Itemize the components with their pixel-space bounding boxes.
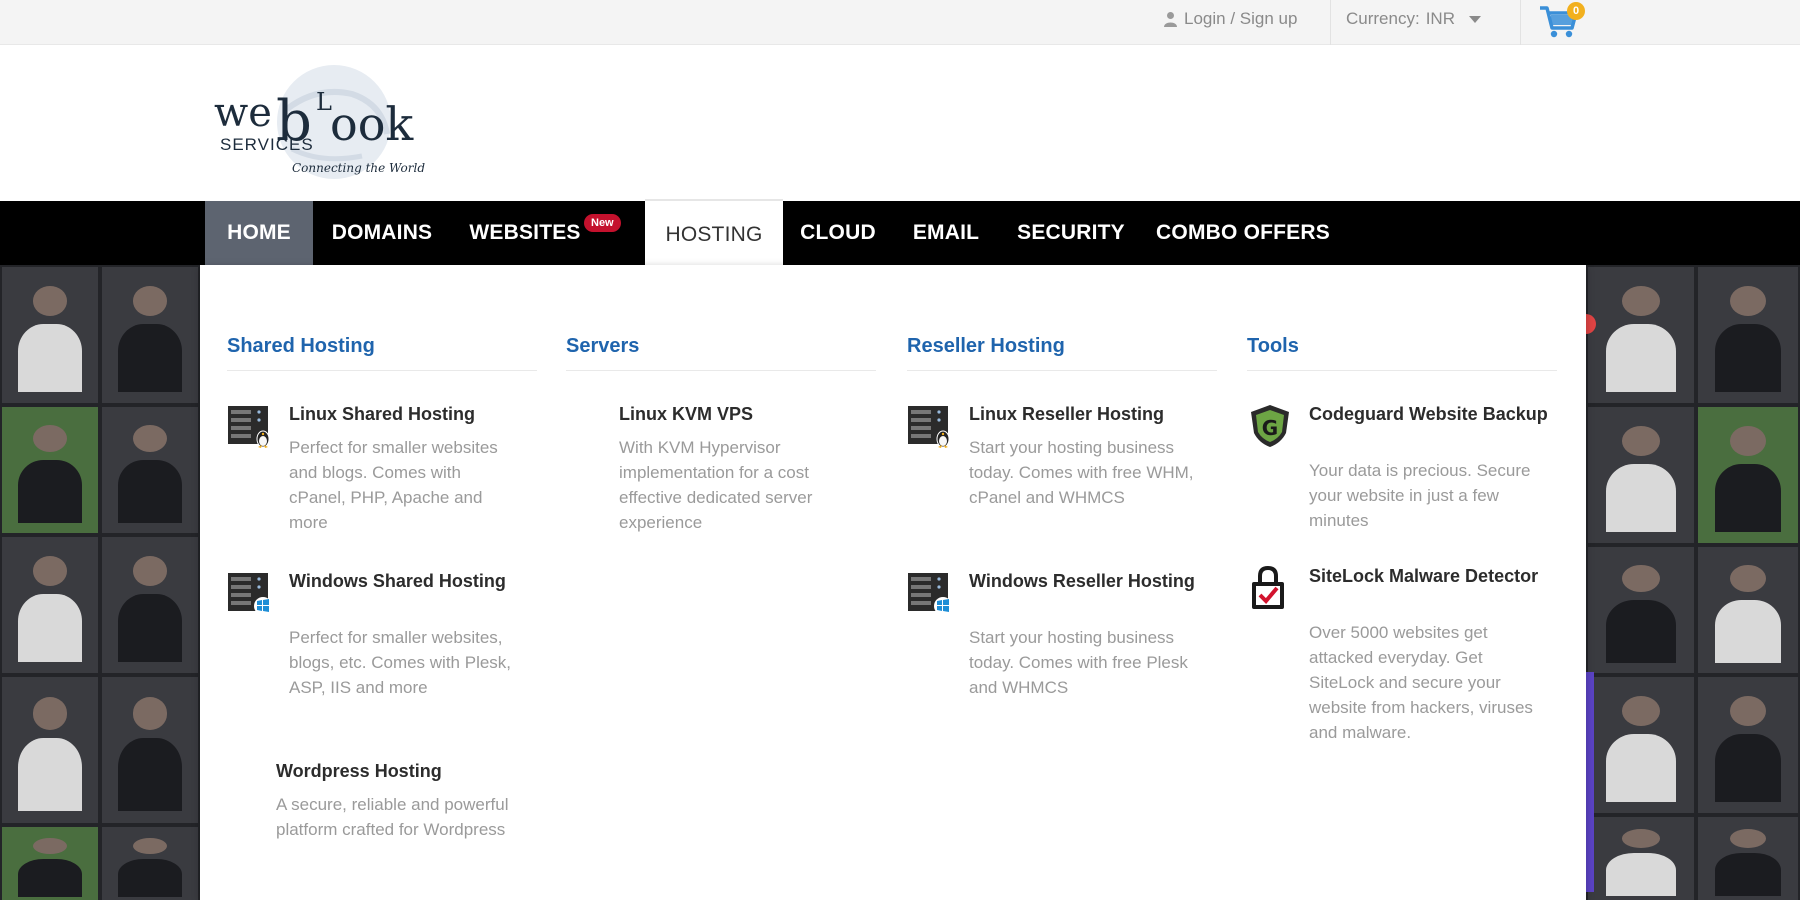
- tools-heading[interactable]: Tools: [1247, 335, 1557, 371]
- photo-tile: [1586, 675, 1696, 815]
- photo-tile: [100, 825, 200, 900]
- photo-tile: [1586, 265, 1696, 405]
- linux-kvm-vps-title: Linux KVM VPS: [619, 404, 754, 424]
- sitelock-malware-title: SiteLock Malware Detector: [1309, 566, 1539, 586]
- linux-server-icon: [228, 406, 270, 448]
- servers-column: Servers Linux KVM VPS With KVM Hyperviso…: [566, 265, 876, 865]
- nav-combo-offers[interactable]: COMBO OFFERS: [1143, 201, 1343, 265]
- divider: [1330, 0, 1331, 45]
- svg-text:G: G: [1262, 416, 1278, 440]
- linux-kvm-vps-desc: With KVM Hypervisor implementation for a…: [619, 438, 813, 532]
- sitelock-padlock-icon: [1252, 565, 1284, 609]
- codeguard-backup-title: Codeguard Website Backup: [1309, 404, 1548, 424]
- currency-value: INR: [1425, 9, 1455, 28]
- linux-server-icon: [908, 406, 950, 448]
- cart-count-badge: 0: [1567, 2, 1585, 20]
- photo-tile: [0, 265, 100, 405]
- linux-reseller-hosting-item[interactable]: Linux Reseller Hosting Start your hostin…: [907, 403, 1217, 533]
- windows-reseller-hosting-desc: Start your hosting business today. Comes…: [969, 628, 1188, 697]
- photo-tile: [1696, 815, 1800, 900]
- shared-hosting-heading[interactable]: Shared Hosting: [227, 335, 537, 371]
- sitelock-malware-item[interactable]: SiteLock Malware Detector Over 5000 webs…: [1247, 565, 1557, 745]
- divider: [1520, 0, 1521, 45]
- photo-tile: [1696, 675, 1800, 815]
- currency-label: Currency:: [1346, 9, 1420, 28]
- top-utility-bar: Login / Sign up Currency: INR 0: [0, 0, 1800, 45]
- logo-services: SERVICES: [220, 135, 314, 154]
- linux-reseller-hosting-title: Linux Reseller Hosting: [969, 404, 1165, 424]
- photo-tile: [1696, 265, 1800, 405]
- windows-shared-hosting-item[interactable]: Windows Shared Hosting Perfect for small…: [227, 570, 537, 720]
- main-navigation: HOME DOMAINS WEBSITES HOSTING CLOUD EMAI…: [0, 199, 1800, 265]
- currency-selector[interactable]: Currency: INR: [1346, 9, 1481, 29]
- photo-tile: [1586, 815, 1696, 900]
- photo-tile: [100, 675, 200, 825]
- linux-reseller-hosting-desc: Start your hosting business today. Comes…: [969, 438, 1194, 507]
- linux-shared-hosting-desc: Perfect for smaller websites and blogs. …: [289, 438, 498, 532]
- logo-tagline: Connecting the World: [292, 161, 425, 175]
- codeguard-shield-icon: G: [1251, 405, 1289, 447]
- photo-tile: [1696, 545, 1800, 675]
- login-signup-link[interactable]: Login / Sign up: [1163, 9, 1297, 29]
- nav-security[interactable]: SECURITY: [999, 201, 1143, 265]
- nav-hosting[interactable]: HOSTING: [645, 199, 783, 265]
- chat-widget-edge[interactable]: [1586, 672, 1594, 892]
- reseller-hosting-heading[interactable]: Reseller Hosting: [907, 335, 1217, 371]
- linux-shared-hosting-title: Linux Shared Hosting: [289, 404, 476, 424]
- codeguard-backup-item[interactable]: G Codeguard Website Backup Your data is …: [1247, 403, 1557, 533]
- login-label: Login / Sign up: [1184, 9, 1298, 28]
- nav-home[interactable]: HOME: [205, 201, 313, 265]
- photo-tile: [100, 265, 200, 405]
- hosting-mega-menu: Shared Hosting Linux Shared Hosting Perf…: [200, 265, 1586, 900]
- photo-tile: [1586, 405, 1696, 545]
- linux-shared-hosting-item[interactable]: Linux Shared Hosting Perfect for smaller…: [227, 403, 537, 533]
- windows-shared-hosting-desc: Perfect for smaller websites, blogs, etc…: [289, 628, 512, 697]
- photo-tile: [0, 535, 100, 675]
- background-photo-collage-right: [1586, 265, 1800, 900]
- reseller-hosting-column: Reseller Hosting Linux Reseller Hosting …: [907, 265, 1217, 865]
- photo-tile: [100, 535, 200, 675]
- photo-tile: [1696, 405, 1800, 545]
- user-icon: [1164, 12, 1177, 27]
- windows-reseller-hosting-title: Windows Reseller Hosting: [969, 571, 1195, 591]
- nav-cloud[interactable]: CLOUD: [783, 201, 893, 265]
- photo-tile: [0, 825, 100, 900]
- servers-heading[interactable]: Servers: [566, 335, 876, 371]
- windows-server-icon: [228, 573, 272, 615]
- logo-ook: ook: [330, 97, 414, 151]
- tools-column: Tools G Codeguard Website Backup Your da…: [1247, 265, 1557, 865]
- wordpress-hosting-title: Wordpress Hosting: [276, 761, 442, 781]
- nav-domains[interactable]: DOMAINS: [313, 201, 451, 265]
- photo-tile: [0, 675, 100, 825]
- wordpress-hosting-desc: A secure, reliable and powerful platform…: [276, 795, 509, 839]
- shared-hosting-column: Shared Hosting Linux Shared Hosting Perf…: [227, 265, 537, 865]
- logo-we: we: [214, 90, 272, 136]
- webhook-services-logo[interactable]: we b L ook SERVICES Connecting the World: [212, 64, 442, 184]
- new-badge: New: [584, 214, 621, 232]
- codeguard-backup-desc: Your data is precious. Secure your websi…: [1309, 461, 1531, 530]
- linux-kvm-vps-item[interactable]: Linux KVM VPS With KVM Hypervisor implem…: [566, 403, 876, 533]
- chevron-down-icon: [1468, 15, 1481, 23]
- photo-tile: [1586, 545, 1696, 675]
- nav-email[interactable]: EMAIL: [893, 201, 999, 265]
- photo-tile: [0, 405, 100, 535]
- background-photo-collage-left: [0, 265, 200, 900]
- windows-reseller-hosting-item[interactable]: Windows Reseller Hosting Start your host…: [907, 570, 1217, 720]
- windows-server-icon: [908, 573, 952, 615]
- nav-websites[interactable]: WEBSITES: [451, 201, 599, 265]
- photo-tile: [100, 405, 200, 535]
- wordpress-hosting-item[interactable]: Wordpress Hosting A secure, reliable and…: [227, 760, 537, 870]
- sitelock-malware-desc: Over 5000 websites get attacked everyday…: [1309, 623, 1533, 742]
- windows-shared-hosting-title: Windows Shared Hosting: [289, 571, 506, 591]
